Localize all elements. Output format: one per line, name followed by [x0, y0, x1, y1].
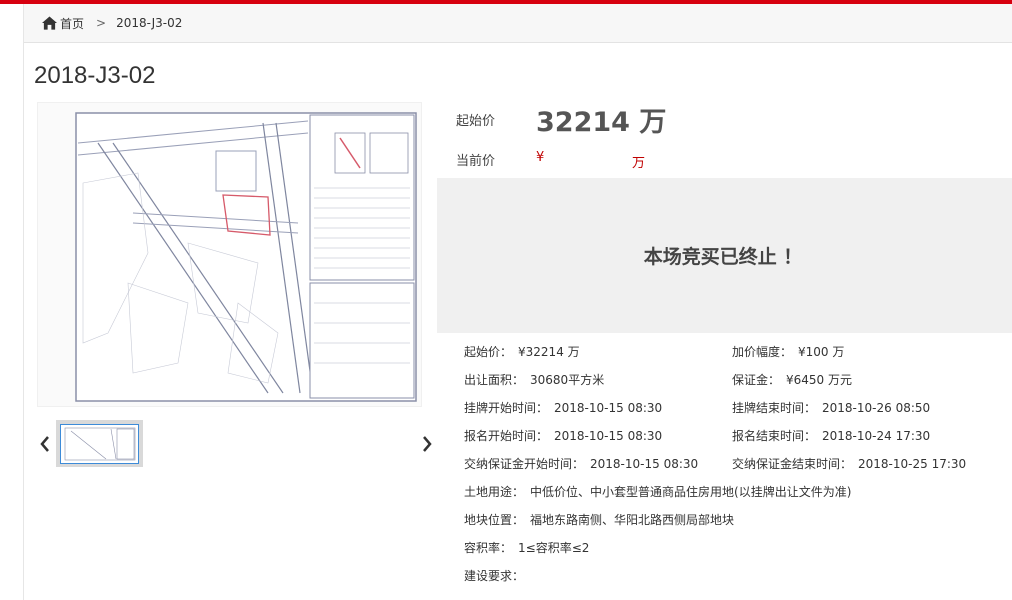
start-price-label: 起始价	[456, 114, 496, 129]
breadcrumb-home-link[interactable]: 首页	[60, 15, 84, 32]
breadcrumb-current: 2018-J3-02	[116, 16, 183, 30]
breadcrumb: 首页 > 2018-J3-02	[24, 4, 1012, 43]
detail-value: 2018-10-15 08:30	[554, 429, 663, 443]
detail-label: 报名开始时间：	[464, 429, 549, 443]
detail-value: 中低价位、中小套型普通商品住房用地(以挂牌出让文件为准)	[530, 485, 852, 499]
parcel-map-drawing	[75, 112, 417, 402]
detail-value: 2018-10-26 08:50	[822, 401, 931, 415]
detail-value: ¥100 万	[798, 345, 845, 359]
detail-label: 交纳保证金结束时间：	[732, 457, 853, 471]
current-price-currency: ¥	[536, 150, 545, 165]
breadcrumb-separator: >	[96, 16, 107, 30]
page-left-border	[23, 4, 24, 600]
detail-label: 地块位置：	[464, 513, 525, 527]
detail-listing-start: 挂牌开始时间： 2018-10-15 08:30	[464, 399, 662, 416]
detail-value: 30680平方米	[530, 373, 605, 387]
detail-plot-ratio: 容积率： 1≤容积率≤2	[464, 539, 589, 556]
chevron-right-icon[interactable]	[419, 434, 435, 454]
current-price-unit: 万	[632, 156, 646, 171]
detail-value: 2018-10-25 17:30	[858, 457, 967, 471]
detail-registration-start: 报名开始时间： 2018-10-15 08:30	[464, 427, 662, 444]
detail-value: 2018-10-15 08:30	[554, 401, 663, 415]
detail-label: 出让面积：	[464, 373, 525, 387]
detail-value: 2018-10-24 17:30	[822, 429, 931, 443]
detail-value: 福地东路南侧、华阳北路西侧局部地块	[530, 513, 735, 527]
detail-value: ¥32214 万	[518, 345, 580, 359]
thumbnail-map-drawing	[64, 427, 136, 461]
detail-label: 挂牌结束时间：	[732, 401, 817, 415]
home-icon[interactable]	[42, 16, 57, 30]
detail-deposit: 保证金： ¥6450 万元	[732, 371, 852, 388]
detail-land-use: 土地用途： 中低价位、中小套型普通商品住房用地(以挂牌出让文件为准)	[464, 483, 851, 500]
detail-label: 建设要求：	[464, 569, 525, 583]
detail-increment: 加价幅度： ¥100 万	[732, 343, 844, 360]
detail-value: 1≤容积率≤2	[518, 541, 590, 555]
start-price-value: 32214 万	[536, 107, 667, 138]
parcel-map-image[interactable]	[37, 102, 422, 407]
image-thumbnail[interactable]	[56, 420, 143, 467]
detail-value: ¥6450 万元	[786, 373, 853, 387]
detail-value: 2018-10-15 08:30	[590, 457, 699, 471]
detail-label: 挂牌开始时间：	[464, 401, 549, 415]
detail-location: 地块位置： 福地东路南侧、华阳北路西侧局部地块	[464, 511, 734, 528]
detail-construction-requirements: 建设要求：	[464, 567, 530, 584]
detail-start-price: 起始价： ¥32214 万	[464, 343, 580, 360]
current-price-label: 当前价	[456, 154, 496, 169]
thumbnail-map	[60, 424, 139, 464]
detail-label: 起始价：	[464, 345, 513, 359]
detail-label: 保证金：	[732, 373, 781, 387]
detail-label: 加价幅度：	[732, 345, 793, 359]
detail-deposit-start: 交纳保证金开始时间： 2018-10-15 08:30	[464, 455, 698, 472]
detail-label: 报名结束时间：	[732, 429, 817, 443]
detail-area: 出让面积： 30680平方米	[464, 371, 604, 388]
detail-listing-end: 挂牌结束时间： 2018-10-26 08:50	[732, 399, 930, 416]
auction-status-box: 本场竞买已终止 ！	[437, 178, 1012, 333]
detail-label: 容积率：	[464, 541, 513, 555]
detail-deposit-end: 交纳保证金结束时间： 2018-10-25 17:30	[732, 455, 966, 472]
detail-registration-end: 报名结束时间： 2018-10-24 17:30	[732, 427, 930, 444]
auction-status-text: 本场竞买已终止 ！	[643, 246, 803, 268]
chevron-left-icon[interactable]	[37, 434, 53, 454]
detail-label: 交纳保证金开始时间：	[464, 457, 585, 471]
page-title: 2018-J3-02	[34, 62, 156, 89]
detail-label: 土地用途：	[464, 485, 525, 499]
